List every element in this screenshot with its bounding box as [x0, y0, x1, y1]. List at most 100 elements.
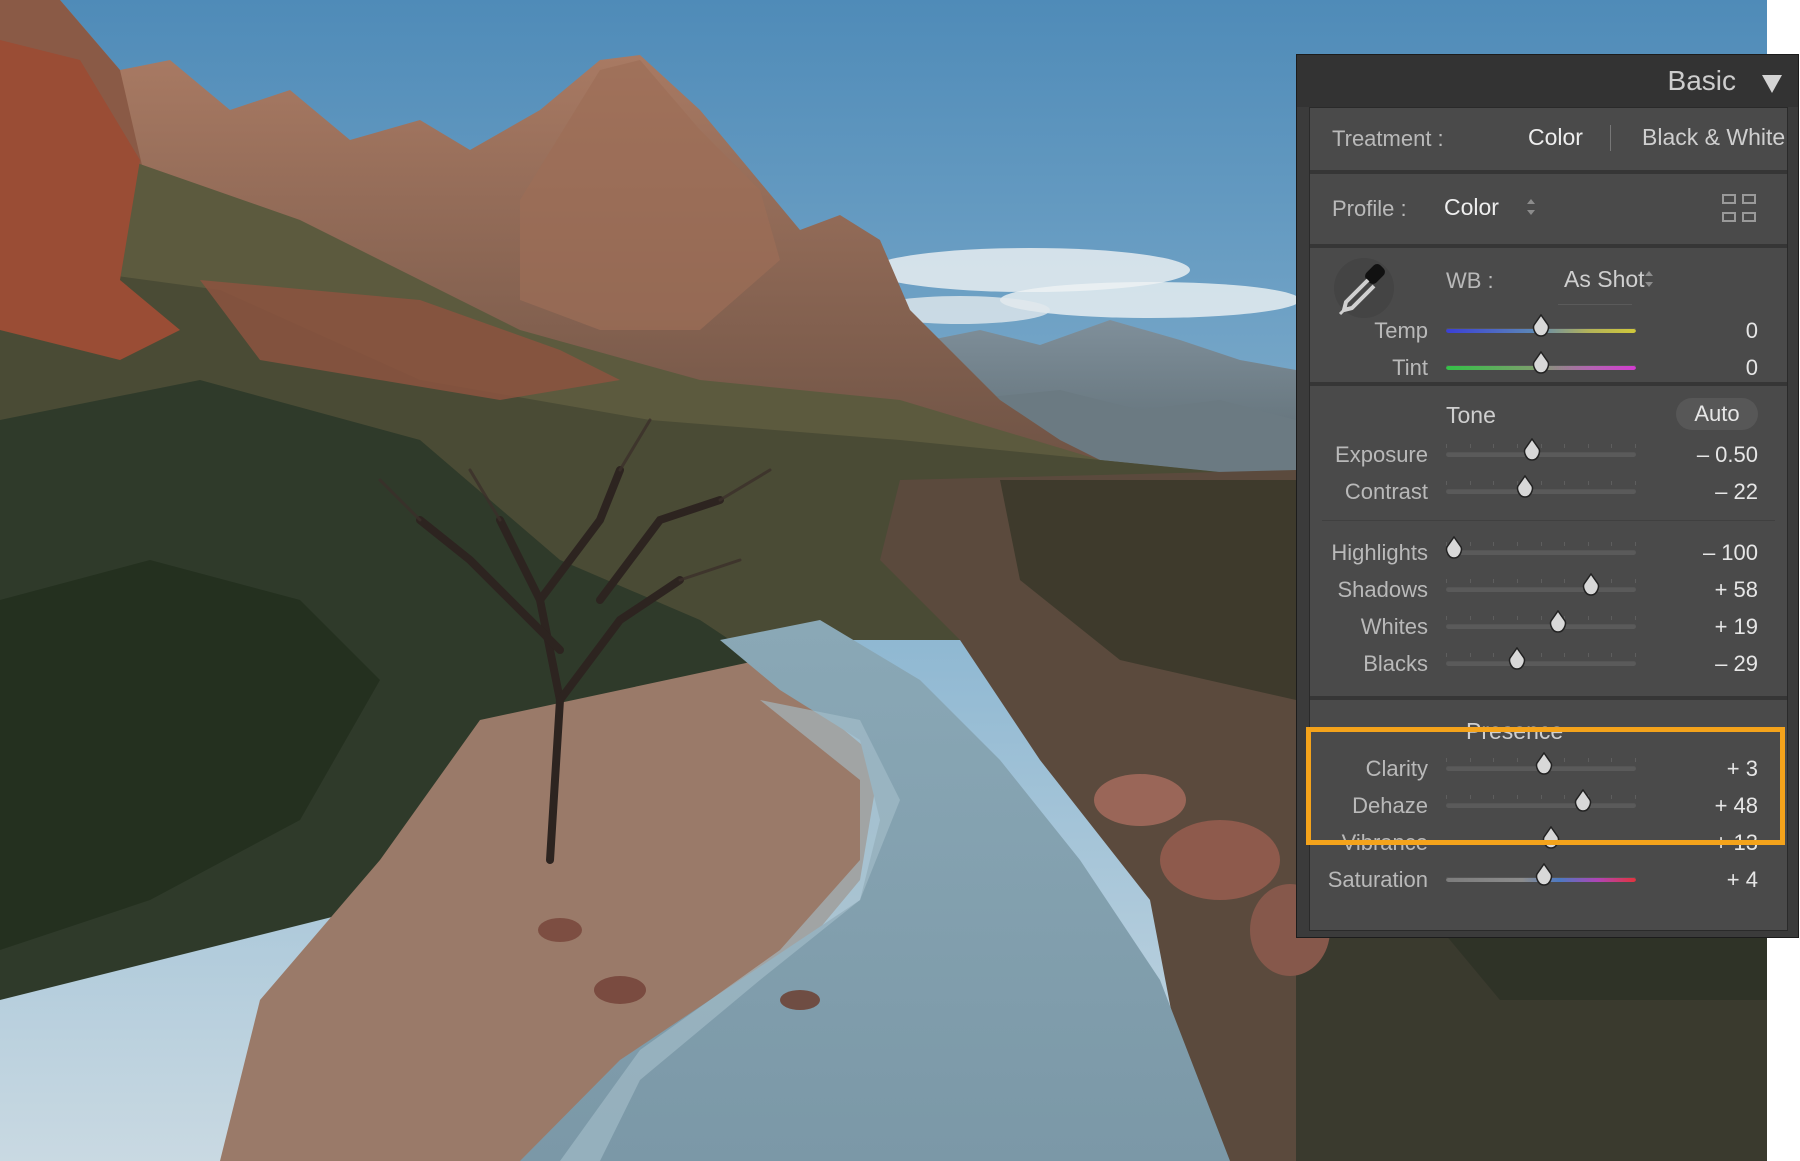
white-balance-section: WB : As Shot Temp 0 Tint 0 [1310, 248, 1787, 378]
slider-tick [1588, 653, 1589, 657]
blacks-slider-thumb[interactable] [1508, 647, 1526, 671]
slider-tick [1588, 616, 1589, 620]
eyedropper-icon [1334, 258, 1394, 318]
treatment-bw-option[interactable]: Black & White [1642, 124, 1785, 151]
slider-tick [1446, 616, 1447, 620]
temp-value[interactable]: 0 [1648, 318, 1758, 344]
slider-ticks [1446, 653, 1636, 659]
slider-tick [1588, 481, 1589, 485]
tint-value[interactable]: 0 [1648, 355, 1758, 381]
contrast-value[interactable]: – 22 [1648, 479, 1758, 505]
shadows-slider-thumb[interactable] [1582, 573, 1600, 597]
tint-slider-thumb[interactable] [1532, 351, 1550, 375]
slider-tick [1446, 579, 1447, 583]
slider-tick [1446, 653, 1447, 657]
wb-label: WB : [1446, 268, 1494, 294]
treatment-label: Treatment : [1332, 126, 1444, 152]
tone-section: Tone Auto Exposure – 0.50 Contrast – 22 … [1310, 386, 1787, 696]
profile-select[interactable]: Color [1444, 194, 1499, 221]
exposure-slider[interactable] [1446, 444, 1636, 466]
tone-header: Tone [1446, 402, 1496, 429]
whites-label: Whites [1278, 614, 1428, 640]
slider-tick [1611, 444, 1612, 448]
slider-tick [1564, 653, 1565, 657]
wb-select-underline [1558, 304, 1632, 305]
saturation-slider-thumb[interactable] [1535, 863, 1553, 887]
tone-group-divider [1322, 520, 1775, 521]
saturation-value[interactable]: + 4 [1648, 867, 1758, 893]
profile-row: Profile : Color [1310, 174, 1787, 244]
wb-stepper-icon[interactable] [1644, 271, 1654, 287]
slider-tick [1493, 444, 1494, 448]
slider-tick [1588, 542, 1589, 546]
slider-tick [1493, 616, 1494, 620]
shadows-slider[interactable] [1446, 579, 1636, 601]
whites-value[interactable]: + 19 [1648, 614, 1758, 640]
slider-tick [1635, 542, 1636, 546]
temp-label: Temp [1278, 318, 1428, 344]
slider-tick [1517, 579, 1518, 583]
slider-tick [1611, 616, 1612, 620]
shadows-slider-track [1446, 587, 1636, 592]
slider-tick [1635, 616, 1636, 620]
profile-stepper-icon[interactable] [1526, 199, 1536, 215]
slider-tick [1541, 616, 1542, 620]
tint-slider[interactable] [1446, 357, 1636, 379]
whites-slider[interactable] [1446, 616, 1636, 638]
slider-ticks [1446, 481, 1636, 487]
highlights-value[interactable]: – 100 [1648, 540, 1758, 566]
slider-tick [1588, 444, 1589, 448]
contrast-label: Contrast [1278, 479, 1428, 505]
wb-eyedropper-button[interactable] [1334, 258, 1394, 318]
contrast-slider-track [1446, 489, 1636, 494]
slider-tick [1541, 542, 1542, 546]
slider-tick [1517, 616, 1518, 620]
slider-tick [1493, 579, 1494, 583]
tone-auto-button[interactable]: Auto [1676, 398, 1758, 430]
slider-tick [1470, 481, 1471, 485]
slider-tick [1541, 579, 1542, 583]
slider-tick [1635, 653, 1636, 657]
slider-tick [1493, 481, 1494, 485]
slider-tick [1564, 542, 1565, 546]
slider-tick [1446, 481, 1447, 485]
blacks-label: Blacks [1278, 651, 1428, 677]
slider-tick [1470, 542, 1471, 546]
temp-slider-thumb[interactable] [1532, 314, 1550, 338]
exposure-value[interactable]: – 0.50 [1648, 442, 1758, 468]
highlights-slider[interactable] [1446, 542, 1636, 564]
slider-tick [1541, 653, 1542, 657]
slider-ticks [1446, 616, 1636, 622]
profile-browser-grid-icon[interactable] [1722, 194, 1762, 228]
contrast-slider[interactable] [1446, 481, 1636, 503]
saturation-slider[interactable] [1446, 869, 1636, 891]
whites-slider-thumb[interactable] [1549, 610, 1567, 634]
shadows-value[interactable]: + 58 [1648, 577, 1758, 603]
temp-slider[interactable] [1446, 320, 1636, 342]
slider-tick [1564, 444, 1565, 448]
treatment-color-option[interactable]: Color [1528, 124, 1583, 151]
shadows-label: Shadows [1278, 577, 1428, 603]
contrast-slider-thumb[interactable] [1516, 475, 1534, 499]
slider-tick [1517, 542, 1518, 546]
exposure-slider-thumb[interactable] [1523, 438, 1541, 462]
blacks-value[interactable]: – 29 [1648, 651, 1758, 677]
slider-ticks [1446, 542, 1636, 548]
slider-tick [1564, 481, 1565, 485]
panel-header[interactable]: Basic [1297, 55, 1798, 107]
wb-select[interactable]: As Shot [1564, 266, 1645, 293]
collapse-triangle-icon[interactable] [1762, 75, 1782, 93]
slider-tick [1470, 653, 1471, 657]
panel-title: Basic [1668, 65, 1736, 97]
slider-tick [1611, 481, 1612, 485]
blacks-slider-track [1446, 661, 1636, 666]
slider-tick [1493, 653, 1494, 657]
slider-tick [1635, 579, 1636, 583]
slider-tick [1470, 444, 1471, 448]
slider-tick [1470, 616, 1471, 620]
slider-tick [1517, 444, 1518, 448]
slider-ticks [1446, 579, 1636, 585]
highlights-slider-thumb[interactable] [1445, 536, 1463, 560]
blacks-slider[interactable] [1446, 653, 1636, 675]
slider-tick [1611, 542, 1612, 546]
